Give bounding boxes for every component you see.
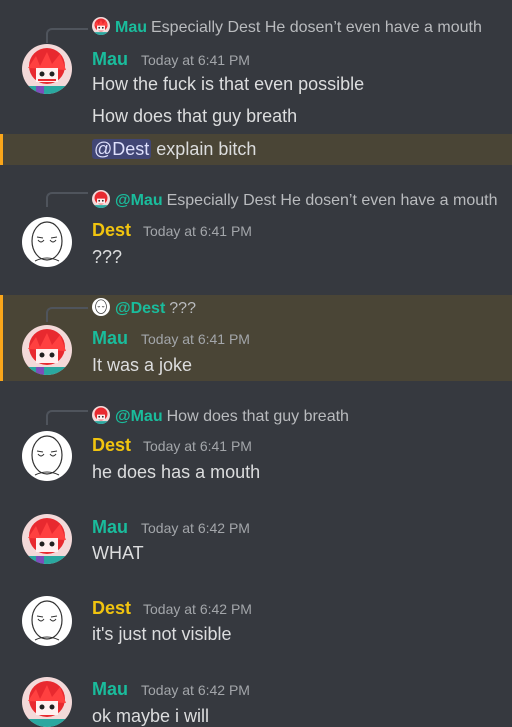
dest-avatar-icon <box>92 298 110 316</box>
timestamp: Today at 6:42 PM <box>143 601 252 617</box>
mau-avatar-icon[interactable] <box>22 325 72 375</box>
reply-spine <box>46 307 88 322</box>
message-group: Mau Today at 6:42 PM WHAT <box>0 510 512 586</box>
reply-reference[interactable]: @Dest??? <box>92 298 196 319</box>
author-name[interactable]: Mau <box>92 516 128 538</box>
reply-text: ??? <box>169 300 196 317</box>
message-text: It was a joke <box>92 355 193 375</box>
timestamp: Today at 6:41 PM <box>141 331 250 347</box>
reply-author[interactable]: @Mau <box>115 192 163 209</box>
reply-reference[interactable]: Mau Especially Dest He dosen’t even have … <box>92 17 482 38</box>
message-group: Mau Especially Dest He dosen’t even have … <box>0 0 512 134</box>
author-name[interactable]: Dest <box>92 597 131 619</box>
message-text: How does that guy breath <box>92 106 298 126</box>
mention-highlight-bar <box>0 134 3 165</box>
reply-spine <box>46 28 88 43</box>
message-text: ??? <box>92 247 123 267</box>
reply-spine <box>46 192 88 207</box>
dest-avatar-icon[interactable] <box>22 596 72 646</box>
message-text-rest: explain bitch <box>151 139 257 159</box>
author-name[interactable]: Mau <box>92 48 128 70</box>
message-text: ok maybe i will <box>92 706 210 726</box>
message-highlighted: @Dest??? Mau Today at 6:41 PM It was a j… <box>0 295 512 381</box>
mau-avatar-icon <box>92 17 110 35</box>
author-name[interactable]: Dest <box>92 434 131 456</box>
reply-author[interactable]: @Mau <box>115 408 163 425</box>
message-text: How the fuck is that even possible <box>92 74 365 94</box>
message-text: it's just not visible <box>92 624 232 644</box>
reply-reference[interactable]: @Mau How does that guy breath <box>92 406 349 427</box>
message-group: Dest Today at 6:42 PM it's just not visi… <box>0 592 512 668</box>
message-group: Mau Today at 6:42 PM ok maybe i will <box>0 673 512 727</box>
mention-highlight-bar <box>0 295 3 381</box>
message-text: he does has a mouth <box>92 462 261 482</box>
user-mention[interactable]: @Dest <box>92 139 152 159</box>
timestamp: Today at 6:41 PM <box>141 52 250 68</box>
reply-reference[interactable]: @Mau Especially Dest He dosen’t even have… <box>92 190 497 211</box>
mau-avatar-icon <box>92 190 110 208</box>
message-text: WHAT <box>92 543 144 563</box>
reply-text: How does that guy breath <box>166 408 349 425</box>
reply-spine <box>46 410 88 425</box>
reply-author[interactable]: Mau <box>115 19 147 36</box>
reply-author[interactable]: @Dest <box>115 300 165 317</box>
author-name[interactable]: Mau <box>92 678 128 700</box>
reply-text: Especially Dest He dosen’t even have a m… <box>166 192 498 209</box>
author-name[interactable]: Mau <box>92 327 128 349</box>
reply-text: Especially Dest He dosen’t even have a m… <box>151 19 482 36</box>
message-text: @Dest explain bitch <box>92 138 256 160</box>
dest-avatar-icon[interactable] <box>22 431 72 481</box>
author-name[interactable]: Dest <box>92 219 131 241</box>
timestamp: Today at 6:42 PM <box>141 682 250 698</box>
mau-avatar-icon[interactable] <box>22 677 72 727</box>
message-group: @Mau How does that guy breath Dest Today … <box>0 398 512 498</box>
message-group: @Mau Especially Dest He dosen’t even have… <box>0 180 512 280</box>
mau-avatar-icon[interactable] <box>22 514 72 564</box>
message-highlighted: @Dest explain bitch <box>0 134 512 165</box>
timestamp: Today at 6:41 PM <box>143 223 252 239</box>
mau-avatar-icon <box>92 406 110 424</box>
timestamp: Today at 6:41 PM <box>143 438 252 454</box>
timestamp: Today at 6:42 PM <box>141 520 250 536</box>
dest-avatar-icon[interactable] <box>22 217 72 267</box>
mau-avatar-icon[interactable] <box>22 44 72 94</box>
